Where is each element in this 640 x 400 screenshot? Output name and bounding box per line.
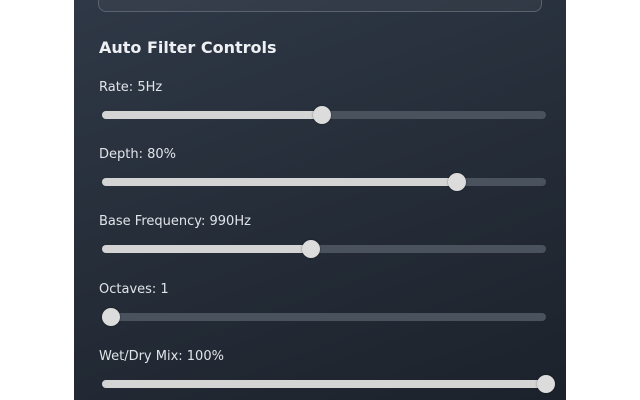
base-frequency-slider[interactable] bbox=[102, 240, 546, 258]
depth-slider[interactable] bbox=[102, 173, 546, 191]
rate-slider[interactable] bbox=[102, 106, 546, 124]
octaves-label: Octaves: 1 bbox=[99, 282, 169, 297]
rate-slider-fill bbox=[102, 111, 322, 119]
depth-slider-fill bbox=[102, 178, 458, 186]
section-title: Auto Filter Controls bbox=[99, 38, 277, 57]
depth-control: Depth: 80% bbox=[74, 147, 566, 207]
auto-filter-panel: Auto Filter Auto Filter Controls Rate: 5… bbox=[74, 0, 566, 400]
octaves-control: Octaves: 1 bbox=[74, 282, 566, 342]
base-frequency-label: Base Frequency: 990Hz bbox=[99, 214, 251, 229]
depth-label: Depth: 80% bbox=[99, 147, 177, 162]
base-frequency-slider-thumb[interactable] bbox=[301, 240, 320, 258]
octaves-slider[interactable] bbox=[101, 308, 546, 326]
base-frequency-slider-fill bbox=[102, 245, 311, 253]
wet-dry-mix-label: Wet/Dry Mix: 100% bbox=[99, 349, 224, 364]
rate-slider-thumb[interactable] bbox=[312, 106, 331, 124]
base-frequency-control: Base Frequency: 990Hz bbox=[74, 214, 566, 274]
depth-slider-thumb[interactable] bbox=[448, 173, 467, 191]
wet-dry-mix-control: Wet/Dry Mix: 100% bbox=[74, 349, 566, 400]
wet-dry-mix-slider-fill bbox=[102, 380, 546, 388]
wet-dry-mix-slider[interactable] bbox=[102, 375, 555, 393]
rate-label: Rate: 5Hz bbox=[99, 80, 163, 95]
octaves-slider-thumb[interactable] bbox=[101, 308, 120, 326]
preset-select[interactable]: Auto Filter bbox=[98, 0, 542, 12]
rate-control: Rate: 5Hz bbox=[74, 80, 566, 140]
wet-dry-mix-slider-thumb[interactable] bbox=[537, 375, 555, 393]
